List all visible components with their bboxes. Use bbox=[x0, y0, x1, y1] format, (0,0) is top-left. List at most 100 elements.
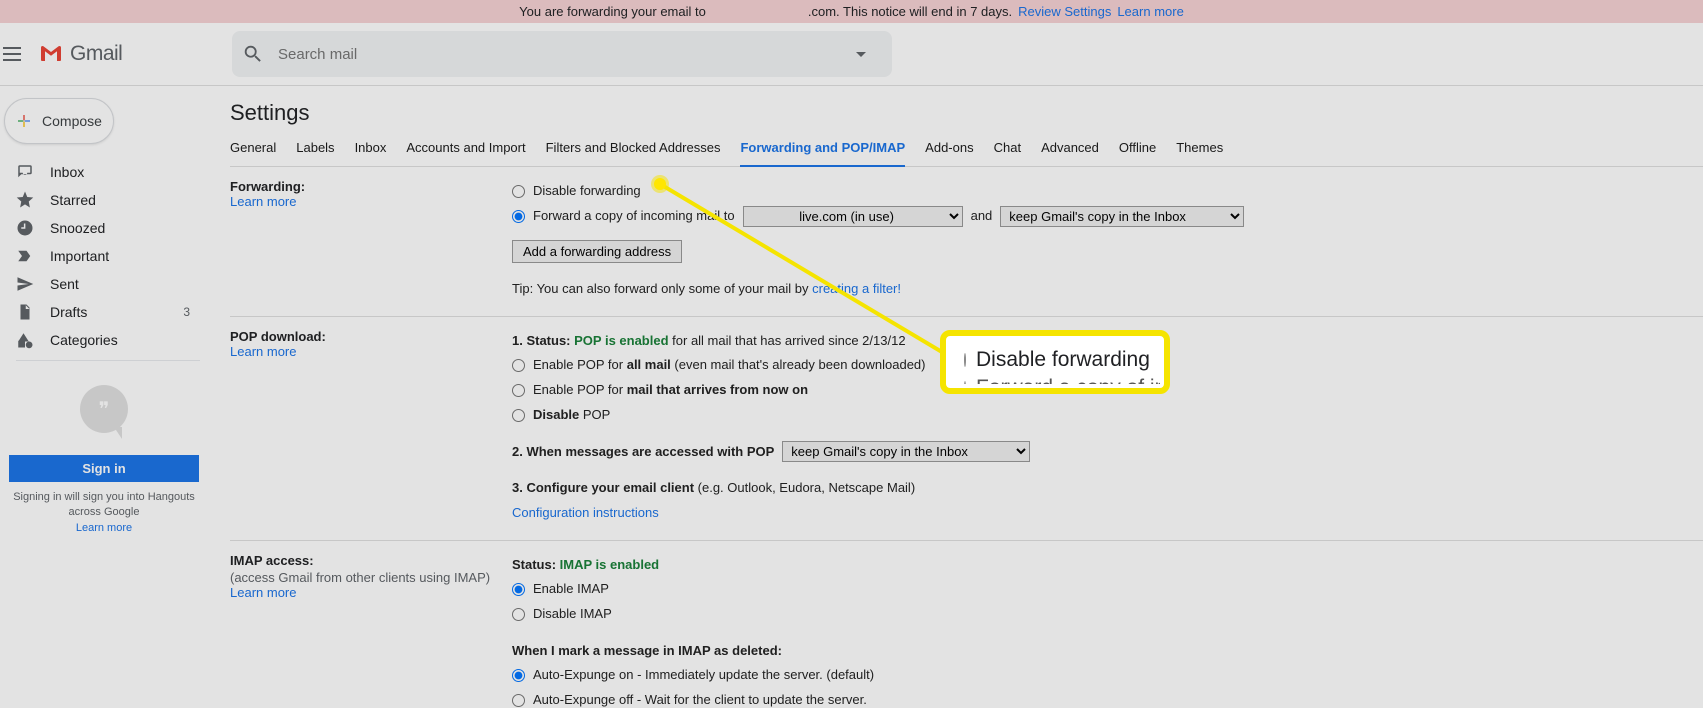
banner-learn-more-link[interactable]: Learn more bbox=[1117, 4, 1183, 19]
tab-forwarding-pop-imap[interactable]: Forwarding and POP/IMAP bbox=[740, 140, 905, 167]
auto-expunge-off-radio[interactable] bbox=[512, 694, 525, 707]
tab-addons[interactable]: Add-ons bbox=[925, 140, 973, 166]
sidebar-item-important[interactable]: Important bbox=[0, 242, 208, 270]
pop-heading: POP download: bbox=[230, 329, 512, 344]
tab-advanced[interactable]: Advanced bbox=[1041, 140, 1099, 166]
tab-themes[interactable]: Themes bbox=[1176, 140, 1223, 166]
add-forwarding-address-button[interactable]: Add a forwarding address bbox=[512, 240, 682, 263]
pop-step3-b: (e.g. Outlook, Eudora, Netscape Mail) bbox=[694, 480, 915, 495]
sidebar-item-label: Important bbox=[50, 248, 198, 264]
hangouts-signin-button[interactable]: Sign in bbox=[9, 455, 199, 482]
tab-offline[interactable]: Offline bbox=[1119, 140, 1156, 166]
pop-status-tail: for all mail that has arrived since 2/13… bbox=[669, 333, 906, 348]
configuration-instructions-link[interactable]: Configuration instructions bbox=[512, 505, 659, 520]
tab-inbox[interactable]: Inbox bbox=[355, 140, 387, 166]
pop-status-lead: 1. Status: bbox=[512, 333, 574, 348]
star-icon bbox=[16, 191, 34, 209]
search-box[interactable] bbox=[232, 31, 892, 77]
creating-a-filter-link[interactable]: creating a filter! bbox=[812, 281, 901, 296]
caret-down-icon bbox=[856, 52, 866, 57]
tab-filters[interactable]: Filters and Blocked Addresses bbox=[546, 140, 721, 166]
pop-step2-label: 2. When messages are accessed with POP bbox=[512, 440, 774, 465]
forward-and-label: and bbox=[971, 204, 993, 229]
gmail-logo[interactable]: Gmail bbox=[36, 42, 224, 66]
imap-heading: IMAP access: bbox=[230, 553, 512, 568]
pop-step3-a: 3. Configure your email client bbox=[512, 480, 694, 495]
hangouts-icon: ❞ bbox=[80, 385, 128, 433]
tab-general[interactable]: General bbox=[230, 140, 276, 166]
sidebar-item-label: Inbox bbox=[50, 164, 198, 180]
callout-radio-icon bbox=[964, 381, 966, 384]
hangouts-note: Signing in will sign you into Hangouts a… bbox=[13, 491, 195, 518]
categories-icon bbox=[16, 331, 34, 349]
sidebar-item-label: Sent bbox=[50, 276, 198, 292]
imap-enable-label: Enable IMAP bbox=[533, 577, 609, 602]
forward-copy-label: Forward a copy of incoming mail to bbox=[533, 204, 735, 229]
settings-tabs: General Labels Inbox Accounts and Import… bbox=[230, 140, 1703, 167]
search-input[interactable] bbox=[276, 45, 828, 64]
compose-button[interactable]: Compose bbox=[4, 98, 114, 144]
tab-labels[interactable]: Labels bbox=[296, 140, 334, 166]
sidebar-item-inbox[interactable]: Inbox bbox=[0, 158, 208, 186]
sidebar-item-label: Snoozed bbox=[50, 220, 198, 236]
annotation-highlight-dot bbox=[654, 178, 666, 190]
search-options-button[interactable] bbox=[840, 44, 882, 65]
pop-enable-all-radio[interactable] bbox=[512, 359, 525, 372]
auto-expunge-on-label: Auto-Expunge on - Immediately update the… bbox=[533, 663, 874, 688]
compose-label: Compose bbox=[42, 113, 102, 129]
clock-icon bbox=[16, 219, 34, 237]
forwarding-notice-banner: You are forwarding your email to .com. T… bbox=[0, 0, 1703, 23]
tab-chat[interactable]: Chat bbox=[994, 140, 1021, 166]
forwarding-heading: Forwarding: bbox=[230, 179, 512, 194]
sidebar: Compose Inbox Starred Snoozed Important … bbox=[0, 86, 208, 727]
sent-icon bbox=[16, 275, 34, 293]
gmail-logo-text: Gmail bbox=[70, 42, 122, 66]
inbox-icon bbox=[16, 163, 34, 181]
sidebar-item-snoozed[interactable]: Snoozed bbox=[0, 214, 208, 242]
imap-mark-deleted-label: When I mark a message in IMAP as deleted… bbox=[512, 639, 1562, 664]
plus-icon bbox=[16, 113, 32, 129]
forwarding-learn-more-link[interactable]: Learn more bbox=[230, 194, 296, 209]
drafts-icon bbox=[16, 303, 34, 321]
disable-forwarding-radio[interactable] bbox=[512, 185, 525, 198]
gmail-icon bbox=[36, 42, 66, 66]
pop-disable-radio[interactable] bbox=[512, 409, 525, 422]
forward-copy-radio[interactable] bbox=[512, 210, 525, 223]
callout-radio-icon bbox=[964, 353, 966, 367]
sidebar-divider bbox=[16, 360, 200, 361]
pop-disable-a: Disable bbox=[533, 407, 583, 422]
imap-subtext: (access Gmail from other clients using I… bbox=[230, 570, 512, 585]
auto-expunge-off-label: Auto-Expunge off - Wait for the client t… bbox=[533, 688, 867, 713]
sidebar-item-categories[interactable]: Categories bbox=[0, 326, 208, 354]
imap-status-lead: Status: bbox=[512, 557, 560, 572]
pop-learn-more-link[interactable]: Learn more bbox=[230, 344, 296, 359]
search-icon bbox=[242, 43, 264, 65]
sidebar-item-starred[interactable]: Starred bbox=[0, 186, 208, 214]
imap-enable-radio[interactable] bbox=[512, 583, 525, 596]
main-menu-button[interactable] bbox=[0, 42, 24, 66]
auto-expunge-on-radio[interactable] bbox=[512, 669, 525, 682]
pop-enable-now-b: mail that arrives from now on bbox=[627, 382, 808, 397]
forwarding-tip-text: Tip: You can also forward only some of y… bbox=[512, 281, 812, 296]
sidebar-item-sent[interactable]: Sent bbox=[0, 270, 208, 298]
pop-disable-b: POP bbox=[583, 407, 610, 422]
banner-text-a: You are forwarding your email to bbox=[519, 4, 706, 19]
pop-action-select[interactable]: keep Gmail's copy in the Inbox bbox=[782, 441, 1030, 462]
imap-learn-more-link[interactable]: Learn more bbox=[230, 585, 296, 600]
app-header: Gmail bbox=[0, 23, 1703, 86]
sidebar-item-label: Starred bbox=[50, 192, 198, 208]
pop-status-enabled: POP is enabled bbox=[574, 333, 668, 348]
tab-accounts[interactable]: Accounts and Import bbox=[406, 140, 525, 166]
forwarding-address-select[interactable]: live.com (in use) bbox=[743, 206, 963, 227]
forwarding-action-select[interactable]: keep Gmail's copy in the Inbox bbox=[1000, 206, 1244, 227]
banner-review-settings-link[interactable]: Review Settings bbox=[1018, 4, 1111, 19]
hangouts-panel: ❞ Sign in Signing in will sign you into … bbox=[0, 385, 208, 538]
hangouts-learn-more-link[interactable]: Learn more bbox=[76, 522, 132, 534]
pop-enable-now-a: Enable POP for bbox=[533, 382, 627, 397]
pop-enable-now-radio[interactable] bbox=[512, 384, 525, 397]
callout-row1-text: Disable forwarding bbox=[976, 348, 1150, 372]
imap-disable-radio[interactable] bbox=[512, 608, 525, 621]
sidebar-item-drafts[interactable]: Drafts 3 bbox=[0, 298, 208, 326]
imap-status-enabled: IMAP is enabled bbox=[560, 557, 659, 572]
imap-disable-label: Disable IMAP bbox=[533, 602, 612, 627]
